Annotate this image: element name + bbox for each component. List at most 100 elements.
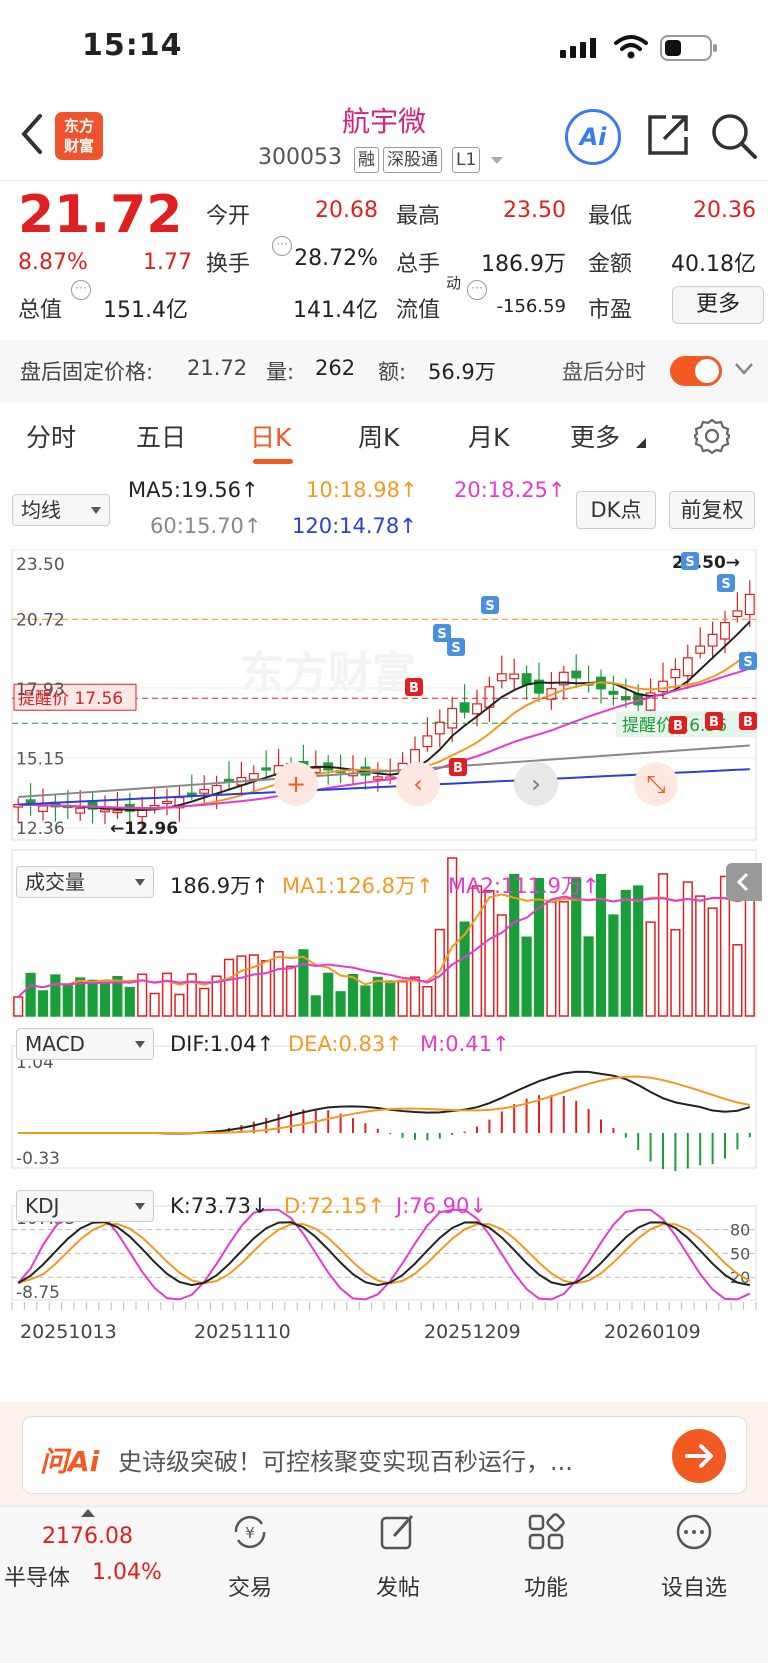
functions-icon[interactable] (526, 1512, 566, 1552)
marker-text: S (485, 599, 494, 614)
volume-select[interactable]: 成交量 (16, 866, 154, 898)
nav-functions[interactable]: 功能 (496, 1570, 596, 1602)
quote-value: 40.18亿 (671, 252, 756, 277)
tab-2[interactable]: 日K (250, 418, 291, 454)
control-icon: ⤡ (646, 770, 665, 798)
chevron-down-icon[interactable] (734, 362, 754, 376)
volume-bar (62, 984, 73, 1017)
volume-ma2: MA2:111.9万↑ (448, 874, 600, 898)
candle (571, 670, 582, 679)
volume-bar (695, 895, 706, 1017)
candle (695, 645, 706, 654)
caret-down-icon[interactable] (490, 156, 504, 166)
add-watchlist-icon[interactable] (674, 1512, 714, 1552)
nav-post[interactable]: 发帖 (348, 1570, 448, 1602)
chevron-left-icon (736, 872, 749, 892)
quote-label: 金额 (588, 252, 633, 277)
volume-bar (707, 907, 718, 1017)
candle (496, 673, 507, 682)
candle (707, 633, 718, 647)
candle (670, 668, 681, 679)
after-hours-toggle[interactable] (670, 356, 722, 386)
control-icon: ‹ (413, 770, 423, 798)
marker-text: B (743, 715, 753, 730)
ai-button[interactable]: Ai (565, 109, 621, 165)
ai-bar-text[interactable]: 史诗级突破！可控核聚变实现百秒运行，... (118, 1442, 648, 1477)
tag-connect: 深股通 (383, 147, 442, 173)
marker-text: B (453, 761, 463, 776)
pane-frame (11, 1045, 757, 1169)
candle (608, 690, 619, 695)
dk-button[interactable]: DK点 (576, 491, 656, 529)
more-caret-icon (636, 438, 646, 448)
svg-text:¥: ¥ (245, 1524, 255, 1542)
change-pct: 8.87% (18, 250, 88, 275)
nav-add-watchlist[interactable]: 设自选 (644, 1570, 744, 1602)
dk-button-label: DK点 (590, 498, 642, 522)
volume-bar (285, 965, 297, 1017)
volume-ma1: MA1:126.8万↑ (282, 874, 434, 898)
kdj-select[interactable]: KDJ (16, 1190, 154, 1222)
macd-dif-line (18, 1070, 751, 1135)
trade-icon[interactable]: ¥ (230, 1512, 270, 1552)
date-label: 20251013 (20, 1321, 117, 1343)
info-icon[interactable]: ··· (467, 280, 487, 300)
collapse-button[interactable] (726, 863, 762, 901)
quote-value: 20.36 (693, 198, 756, 223)
macd-select[interactable]: MACD (16, 1028, 154, 1060)
volume-bar (422, 986, 433, 1017)
tab-4[interactable]: 月K (468, 418, 509, 454)
wifi-icon (614, 35, 648, 59)
kdj-level-label: 50 (730, 1244, 750, 1263)
volume-bar (335, 991, 346, 1017)
tab-1[interactable]: 五日 (136, 418, 186, 454)
signal-icon (560, 38, 596, 58)
info-icon[interactable]: ··· (71, 280, 91, 300)
volume-bar (50, 974, 61, 1017)
volume-bar (546, 901, 557, 1017)
more-button[interactable]: 更多 (672, 286, 764, 324)
kdj-level-label: 80 (730, 1221, 750, 1240)
quote-value: 23.50 (503, 198, 566, 223)
tab-5[interactable]: 更多 (570, 418, 620, 454)
volume-bar (261, 960, 272, 1017)
kdj-d: D:72.15↑ (284, 1194, 385, 1218)
share-icon[interactable] (646, 113, 690, 157)
settings-icon[interactable] (694, 418, 730, 454)
y-label: 23.50 (16, 555, 65, 575)
quote-label: 总手 (396, 252, 441, 277)
candle (75, 807, 86, 814)
after-hours-vol-label: 量: (266, 360, 295, 384)
volume-bar (732, 944, 743, 1017)
adjust-button[interactable]: 前复权 (669, 491, 755, 529)
candle (100, 809, 110, 813)
candle (434, 721, 445, 735)
quote-value: -156.59 (496, 296, 566, 317)
ai-go-button[interactable] (672, 1429, 726, 1483)
index-pct: 1.04% (92, 1560, 162, 1585)
macd-select-label: MACD (25, 1032, 85, 1056)
ma20-label: 20:18.25↑ (454, 478, 566, 502)
stock-code: 300053 (258, 145, 342, 170)
last-price: 21.72 (18, 185, 183, 245)
volume-bar (248, 954, 259, 1017)
tab-0[interactable]: 分时 (26, 418, 76, 454)
quote-value: 20.68 (315, 198, 378, 223)
divider (0, 180, 768, 181)
candle (248, 772, 259, 780)
index-name[interactable]: 半导体 (4, 1560, 70, 1592)
tab-3[interactable]: 周K (358, 418, 399, 454)
index-value[interactable]: 2176.08 (42, 1524, 133, 1549)
nav-trade[interactable]: 交易 (200, 1570, 300, 1602)
volume-bar (99, 981, 111, 1017)
indicator-select[interactable]: 均线 (12, 494, 110, 526)
after-hours-vol: 262 (315, 356, 356, 380)
volume-bar (87, 979, 98, 1017)
info-icon[interactable]: ··· (272, 236, 292, 256)
post-icon[interactable] (378, 1512, 418, 1552)
search-icon[interactable] (710, 112, 758, 160)
volume-bar (484, 890, 495, 1017)
kline-chart[interactable]: 东方财富提醒价 17.56提醒价 16.5623.5020.7217.9315.… (0, 548, 768, 1358)
after-hours-toggle-label: 盘后分时 (562, 360, 646, 384)
volume-bar (657, 873, 669, 1017)
